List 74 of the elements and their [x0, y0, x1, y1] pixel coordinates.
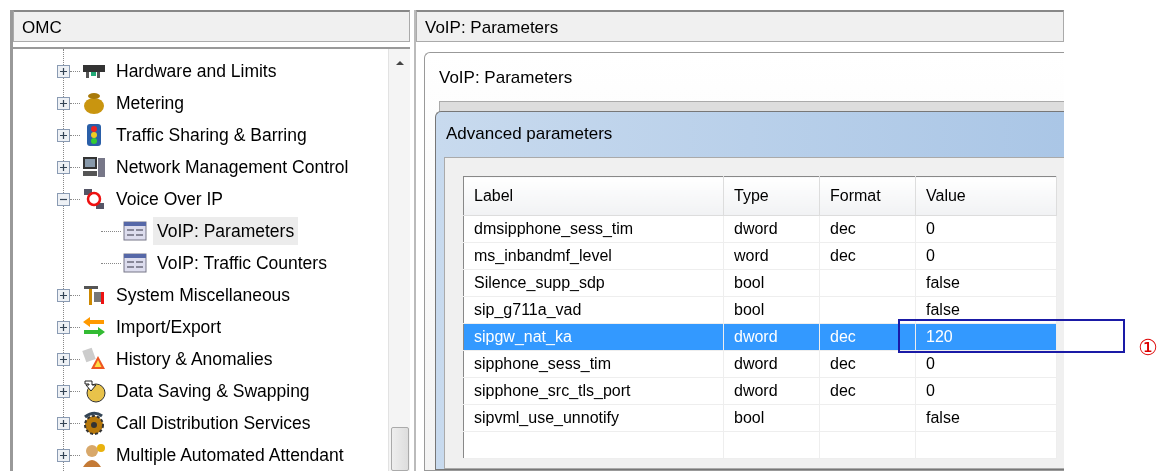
tree-item[interactable]: Traffic Sharing & Barring	[112, 120, 311, 150]
form-icon	[123, 219, 147, 243]
tree-item[interactable]: History & Anomalies	[112, 344, 277, 374]
table-cell: bool	[723, 269, 820, 297]
column-header[interactable]: Type	[723, 176, 820, 216]
table-cell: dec	[819, 242, 916, 270]
table-cell: false	[915, 296, 1057, 324]
table-cell: dword	[723, 215, 820, 243]
column-header[interactable]: Label	[463, 176, 724, 216]
panel-title: VoIP: Parameters	[416, 10, 1064, 42]
window-title: VoIP: Parameters	[438, 67, 574, 89]
table-cell: dec	[819, 350, 916, 378]
expand-icon[interactable]	[57, 384, 70, 398]
table-cell: 120	[915, 323, 1057, 351]
table-cell: 0	[915, 377, 1057, 405]
table-cell: dec	[819, 377, 916, 405]
warning-icon	[82, 347, 106, 371]
table-cell: sipvml_use_unnotify	[463, 404, 724, 432]
tree-item[interactable]: VoIP: Parameters	[153, 216, 299, 246]
expand-icon[interactable]	[57, 64, 70, 78]
dialog-title: Advanced parameters	[445, 122, 614, 145]
column-header[interactable]: Format	[819, 176, 916, 216]
table-cell: sipgw_nat_ka	[463, 323, 724, 351]
person-icon	[82, 443, 106, 467]
expand-icon[interactable]	[57, 416, 70, 430]
table-cell: Silence_supp_sdp	[463, 269, 724, 297]
scrollbar-thumb[interactable]	[390, 427, 409, 471]
table-cell: dec	[819, 215, 916, 243]
tree-item[interactable]: Hardware and Limits	[112, 56, 281, 86]
expand-icon[interactable]	[57, 448, 70, 462]
expand-icon[interactable]	[57, 352, 70, 366]
money-bag-icon	[82, 91, 106, 115]
table-cell: false	[915, 404, 1057, 432]
table-cell: dword	[723, 350, 820, 378]
expand-icon[interactable]	[57, 288, 70, 302]
computer-icon	[82, 155, 106, 179]
table-cell: 0	[915, 350, 1057, 378]
tree-item[interactable]: Metering	[112, 88, 189, 118]
table-cell: dmsipphone_sess_tim	[463, 215, 724, 243]
tree-item[interactable]: Network Management Control	[112, 152, 353, 182]
expand-icon[interactable]	[57, 96, 70, 110]
callout-number: ①	[1138, 335, 1158, 361]
table-cell: sipphone_sess_tim	[463, 350, 724, 378]
table-cell: bool	[723, 404, 820, 432]
table-cell: dword	[723, 377, 820, 405]
tree-item[interactable]: Call Distribution Services	[112, 408, 315, 438]
table-cell: false	[915, 269, 1057, 297]
scroll-up-icon[interactable]	[394, 59, 405, 67]
table-cell: bool	[723, 296, 820, 324]
panel-title: OMC	[13, 10, 410, 42]
tree-item[interactable]: Import/Export	[112, 312, 226, 342]
arrows-icon	[82, 315, 106, 339]
tree-item[interactable]: Data Saving & Swapping	[112, 376, 314, 406]
tree-item[interactable]: VoIP: Traffic Counters	[153, 248, 331, 278]
expand-icon[interactable]	[57, 320, 70, 334]
expand-icon[interactable]	[57, 128, 70, 142]
table-cell: word	[723, 242, 820, 270]
scrollbar[interactable]	[388, 49, 410, 471]
table-cell: 0	[915, 215, 1057, 243]
form-icon	[123, 251, 147, 275]
table-cell: ms_inbandmf_level	[463, 242, 724, 270]
tree-item[interactable]: Multiple Automated Attendant	[112, 440, 348, 470]
table-cell: sip_g711a_vad	[463, 296, 724, 324]
tree-item[interactable]: System Miscellaneous	[112, 280, 295, 310]
expand-icon[interactable]	[57, 160, 70, 174]
gear-icon	[82, 411, 106, 435]
collapse-icon[interactable]	[57, 192, 70, 206]
column-header[interactable]: Value	[915, 176, 1057, 216]
table-cell: sipphone_src_tls_port	[463, 377, 724, 405]
tools-icon	[82, 283, 106, 307]
table-cell: dword	[723, 323, 820, 351]
tree-item[interactable]: Voice Over IP	[112, 184, 227, 214]
network-at-icon	[82, 187, 106, 211]
table-cell: 0	[915, 242, 1057, 270]
